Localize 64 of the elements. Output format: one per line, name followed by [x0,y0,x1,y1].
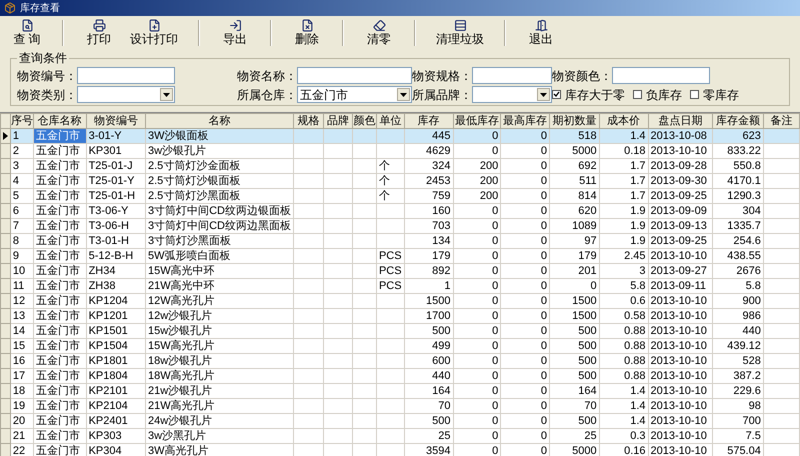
toolbar-button[interactable]: 清理垃圾 [428,16,492,50]
table-row[interactable]: 14 五金门市 KP1501 15w沙银孔片 500 0 0 500 0.88 2013-10-10 440 [0,324,800,338]
printer-icon [92,19,106,32]
checkbox[interactable]: 负库存 [633,86,682,104]
exit-icon [534,19,548,32]
field-label: 物资编号： [17,68,77,84]
table-row[interactable]: 3 五金门市 T25-01-J 2.5寸筒灯沙金面板 个 324 200 0 692 1.7 2013-09-28 550.8 [0,158,800,174]
table-row[interactable]: 12 五金门市 KP1204 12W高光孔片 1500 0 0 1500 0.6 2013-10-10 900 [0,294,800,308]
eraser-icon [372,19,386,32]
checkmark-icon [553,91,560,98]
table-row[interactable]: 1 五金门市 3-01-Y 3W沙银面板 445 0 0 518 1.4 2013-10-08 623 [0,128,800,144]
toolbar-button[interactable]: 删除 [284,16,330,50]
input-field[interactable] [612,67,710,84]
table-row[interactable]: 4 五金门市 T25-01-Y 2.5寸筒灯沙银面板 个 2453 200 0 511 1.7 2013-09-30 4170.1 [0,174,800,188]
table-row[interactable]: 15 五金门市 KP1504 15W高光孔片 499 0 0 500 0.88 2013-10-10 439.12 [0,338,800,354]
table-row[interactable]: 22 五金门市 KP304 3W高光孔片 3594 0 0 5000 0.16 2013-10-10 575.04 [0,444,800,456]
dropdown-field[interactable] [77,86,175,103]
field-label: 物资规格： [412,68,472,84]
table-cell: 五金门市 [33,444,86,456]
search-icon [20,19,34,32]
table-row[interactable]: 6 五金门市 T3-06-Y 3寸筒灯中间CD纹两边银面板 160 0 0 620 1.9 2013-09-09 304 [0,204,800,218]
table-row[interactable]: 2 五金门市 KP301 3w沙银孔片 4629 0 0 5000 0.18 2013-10-10 833.22 [0,144,800,158]
table-cell: 2013-10-10 [648,444,713,456]
column-header[interactable]: 名称 [145,114,294,128]
table-row[interactable]: 5 五金门市 T25-01-H 2.5寸筒灯沙黑面板 个 759 200 0 814 1.7 2013-09-25 1290.3 [0,188,800,204]
toolbar-button[interactable]: 查 询 [4,16,50,50]
table-row[interactable]: 19 五金门市 KP2104 21W高光孔片 70 0 0 70 1.4 2013-10-10 98 [0,398,800,414]
document-icon [148,19,160,32]
dropdown-field[interactable]: 五金门市 [297,86,412,103]
group-title: 查询条件 [17,51,69,65]
table-row[interactable]: 8 五金门市 T3-01-H 3寸筒灯沙黑面板 134 0 0 97 1.9 2013-09-25 254.6 [0,234,800,248]
table-row[interactable]: 9 五金门市 5-12-B-H 5W弧形喷白面板 PCS 179 0 0 179 2.45 2013-10-10 438.55 [0,248,800,264]
toolbar-button[interactable]: 设计打印 [122,16,186,50]
table-row[interactable]: 10 五金门市 ZH34 15W高光中环 PCS 892 0 0 201 3 2013-09-27 2676 [0,264,800,278]
toolbar-button[interactable]: 退出 [518,16,564,50]
field-label: 物资名称： [237,68,297,84]
table-row[interactable]: 16 五金门市 KP1801 18w沙银孔片 600 0 0 500 0.88 2013-10-10 528 [0,354,800,368]
app-icon [4,2,16,14]
field-label: 所属仓库： [237,86,297,104]
field-label: 所属品牌： [412,86,472,104]
table-row[interactable]: 20 五金门市 KP2401 24w沙银孔片 500 0 0 500 1.4 2013-10-10 700 [0,414,800,428]
checkbox[interactable]: 零库存 [690,86,739,104]
input-field[interactable] [77,67,175,84]
toolbar-button[interactable]: 导出 [212,16,258,50]
window-title: 库存查看 [20,2,60,16]
toolbar-button[interactable]: 清零 [356,16,402,50]
table-row[interactable]: 11 五金门市 ZH38 21W高光中环 PCS 1 0 0 0 5.8 2013-09-11 5.8 [0,278,800,294]
table-row[interactable]: 21 五金门市 KP303 3w沙黑孔片 25 0 0 25 0.3 2013-10-10 7.5 [0,428,800,444]
field-label: 物资颜色： [552,68,612,84]
input-field[interactable] [297,67,412,84]
table-row[interactable]: 7 五金门市 T3-06-H 3寸筒灯中间CD纹两边黑面板 703 0 0 1089 1.9 2013-09-13 1335.7 [0,218,800,234]
input-field[interactable] [472,67,552,84]
checkbox[interactable]: 库存大于零 [552,86,625,104]
row-pointer-icon [3,132,8,140]
export-icon [228,19,242,32]
list-icon [454,19,466,32]
table-row[interactable]: 17 五金门市 KP1804 18W高光孔片 440 0 0 500 0.88 2013-10-10 387.2 [0,368,800,384]
field-label: 物资类别： [17,86,77,104]
delete-icon [300,19,314,32]
table-row[interactable]: 18 五金门市 KP2101 21w沙银孔片 164 0 0 164 1.4 2013-10-10 229.6 [0,384,800,398]
dropdown-field[interactable] [472,86,552,103]
toolbar-button[interactable]: 打印 [76,16,122,50]
table-cell: 五金门市 [33,128,86,144]
table-row[interactable]: 13 五金门市 KP1201 12w沙银孔片 1700 0 0 1500 0.58 2013-10-10 986 [0,308,800,324]
